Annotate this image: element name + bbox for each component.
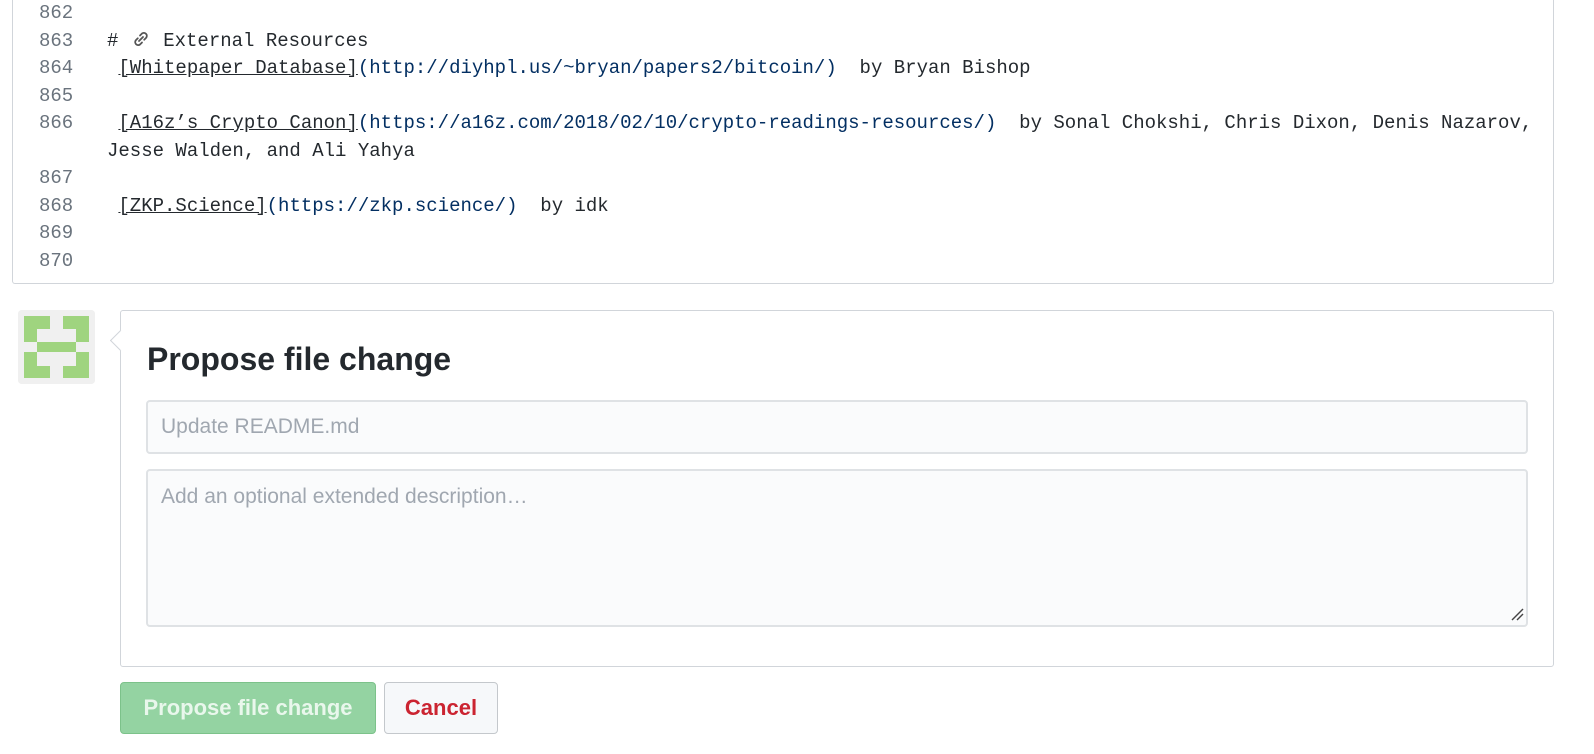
line-content: # External Resources xyxy=(107,28,1553,56)
resize-handle-icon[interactable] xyxy=(1510,607,1524,621)
editor-line: 865 xyxy=(13,83,1553,111)
markdown-link-text: [A16z’s Crypto Canon] xyxy=(118,112,358,134)
propose-file-change-button[interactable]: Propose file change xyxy=(120,682,376,734)
code-editor[interactable]: 862 863 # External Resources 864 [Whitep… xyxy=(12,0,1554,284)
markdown-link-text: [ZKP.Science] xyxy=(118,194,267,217)
leading-space xyxy=(107,195,118,217)
leading-space xyxy=(107,112,118,134)
line-number: 866 xyxy=(39,112,74,134)
editor-line: 862 xyxy=(13,0,1553,28)
editor-line: 867 xyxy=(13,165,1553,193)
editor-line: 869 xyxy=(13,220,1553,248)
cancel-button[interactable]: Cancel xyxy=(384,682,498,734)
editor-line: 870 xyxy=(13,248,1553,276)
heading-marker: # xyxy=(107,29,130,52)
line-number: 864 xyxy=(39,57,74,79)
line-number: 862 xyxy=(39,2,74,24)
editor-line: 863 # External Resources xyxy=(13,28,1553,56)
editor-line: 866 [A16z’s Crypto Canon](https://a16z.c… xyxy=(13,110,1553,165)
markdown-link-url: (https://zkp.science/) xyxy=(266,194,518,217)
commit-form-title: Propose file change xyxy=(147,341,452,377)
commit-summary-input[interactable] xyxy=(146,400,1528,454)
line-number: 867 xyxy=(39,167,74,189)
attribution-text: by Bryan Bishop xyxy=(836,57,1031,79)
line-content: [A16z’s Crypto Canon](https://a16z.com/2… xyxy=(107,110,1553,165)
editor-line: 864 [Whitepaper Database](http://diyhpl.… xyxy=(13,55,1553,83)
leading-space xyxy=(107,57,118,79)
line-number: 869 xyxy=(39,222,74,244)
line-number: 868 xyxy=(39,194,74,217)
avatar[interactable] xyxy=(18,310,95,384)
heading-text: External Resources xyxy=(151,29,369,52)
commit-description-input[interactable] xyxy=(146,469,1528,627)
line-content: [Whitepaper Database](http://diyhpl.us/~… xyxy=(107,55,1553,83)
link-icon xyxy=(130,29,152,49)
line-number: 865 xyxy=(39,84,74,107)
attribution-text: by idk xyxy=(517,194,609,217)
markdown-link-url: (https://a16z.com/2018/02/10/crypto-read… xyxy=(357,112,997,134)
markdown-link-text: [Whitepaper Database] xyxy=(118,57,358,79)
line-number: 863 xyxy=(39,29,74,52)
commit-form: Propose file change xyxy=(120,310,1554,667)
line-content: [ZKP.Science](https://zkp.science/) by i… xyxy=(107,193,1553,221)
markdown-link-url: (http://diyhpl.us/~bryan/papers2/bitcoin… xyxy=(357,57,837,79)
editor-line: 868 [ZKP.Science](https://zkp.science/) … xyxy=(13,193,1553,221)
line-number: 870 xyxy=(39,249,74,272)
